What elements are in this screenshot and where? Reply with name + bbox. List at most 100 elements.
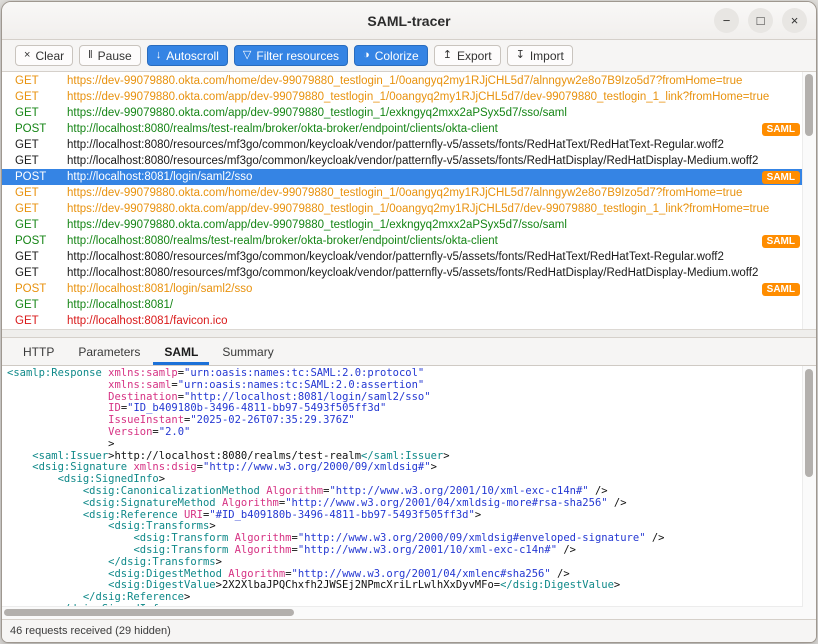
request-method: POST [15, 235, 67, 247]
request-row[interactable]: POSThttp://localhost:8080/realms/test-re… [2, 121, 803, 137]
pause-button[interactable]: ‖ Pause [79, 45, 141, 66]
request-url: http://localhost:8081/favicon.ico [67, 315, 227, 327]
filter-resources-button[interactable]: ▽ Filter resources [234, 45, 348, 66]
request-method: GET [15, 299, 67, 311]
request-method: GET [15, 267, 67, 279]
clear-icon: × [24, 50, 30, 61]
request-row[interactable]: GEThttp://localhost:8081/favicon.ico [2, 313, 803, 329]
request-url: https://dev-99079880.okta.com/app/dev-99… [67, 107, 567, 119]
request-row[interactable]: GEThttps://dev-99079880.okta.com/home/de… [2, 185, 803, 201]
request-list: GEThttps://dev-99079880.okta.com/home/de… [2, 72, 816, 329]
request-method: GET [15, 219, 67, 231]
request-row[interactable]: GEThttp://localhost:8080/resources/mf3go… [2, 153, 803, 169]
request-url: http://localhost:8080/realms/test-realm/… [67, 123, 498, 135]
button-label: Autoscroll [166, 49, 219, 63]
tab-http[interactable]: HTTP [12, 338, 65, 365]
export-button[interactable]: ↥ Export [434, 45, 501, 66]
saml-badge: SAML [762, 123, 800, 136]
autoscroll-button[interactable]: ↓ Autoscroll [147, 45, 228, 66]
request-url: https://dev-99079880.okta.com/app/dev-99… [67, 91, 769, 103]
pause-icon: ‖ [88, 50, 93, 61]
pane-splitter[interactable] [2, 329, 816, 338]
request-rows: GEThttps://dev-99079880.okta.com/home/de… [2, 73, 803, 329]
statusbar: 46 requests received (29 hidden) [2, 619, 816, 642]
request-row[interactable]: POSThttp://localhost:8080/realms/test-re… [2, 233, 803, 249]
request-method: GET [15, 75, 67, 87]
colorize-icon: ◑ [363, 50, 370, 61]
request-list-scrollbar[interactable] [802, 72, 816, 329]
request-url: http://localhost:8080/resources/mf3go/co… [67, 251, 724, 263]
request-method: GET [15, 251, 67, 263]
saml-badge: SAML [762, 283, 800, 296]
maximize-button[interactable]: □ [748, 8, 773, 33]
maximize-icon: □ [757, 14, 765, 27]
import-icon: ↧ [516, 50, 525, 61]
request-method: POST [15, 171, 67, 183]
request-row[interactable]: GEThttps://dev-99079880.okta.com/app/dev… [2, 201, 803, 217]
button-label: Pause [98, 49, 132, 63]
xml-line: Version="2.0" [7, 427, 802, 439]
saml-pane-vscrollbar[interactable] [802, 366, 816, 619]
request-url: http://localhost:8080/resources/mf3go/co… [67, 155, 758, 167]
request-row[interactable]: GEThttp://localhost:8080/resources/mf3go… [2, 137, 803, 153]
scrollbar-thumb[interactable] [4, 609, 294, 616]
window-title: SAML-tracer [367, 13, 450, 29]
export-icon: ↥ [443, 50, 452, 61]
autoscroll-icon: ↓ [156, 50, 162, 61]
status-text: 46 requests received (29 hidden) [10, 625, 171, 637]
button-label: Colorize [375, 49, 419, 63]
clear-button[interactable]: × Clear [15, 45, 73, 66]
request-method: GET [15, 139, 67, 151]
titlebar: SAML-tracer − □ × [2, 2, 816, 40]
minimize-icon: − [723, 14, 731, 27]
scrollbar-thumb[interactable] [805, 369, 813, 477]
saml-badge: SAML [762, 171, 800, 184]
request-row[interactable]: GEThttps://dev-99079880.okta.com/home/de… [2, 73, 803, 89]
request-url: https://dev-99079880.okta.com/app/dev-99… [67, 203, 769, 215]
request-url: http://localhost:8080/resources/mf3go/co… [67, 139, 724, 151]
request-row[interactable]: GEThttps://dev-99079880.okta.com/app/dev… [2, 217, 803, 233]
button-label: Export [457, 49, 492, 63]
request-url: https://dev-99079880.okta.com/app/dev-99… [67, 219, 567, 231]
button-label: Filter resources [256, 49, 339, 63]
request-method: GET [15, 107, 67, 119]
minimize-button[interactable]: − [714, 8, 739, 33]
request-method: GET [15, 155, 67, 167]
request-url: https://dev-99079880.okta.com/home/dev-9… [67, 187, 742, 199]
request-url: http://localhost:8080/realms/test-realm/… [67, 235, 498, 247]
request-url: http://localhost:8081/ [67, 299, 173, 311]
request-method: GET [15, 187, 67, 199]
saml-pane-hscrollbar[interactable] [2, 606, 803, 619]
window-controls: − □ × [714, 8, 807, 33]
request-method: POST [15, 283, 67, 295]
close-button[interactable]: × [782, 8, 807, 33]
request-method: GET [15, 315, 67, 327]
button-label: Clear [35, 49, 64, 63]
saml-tracer-window: SAML-tracer − □ × × Clear ‖ Pause ↓ Autoscrol… [1, 1, 817, 643]
request-url: http://localhost:8081/login/saml2/sso [67, 171, 252, 183]
button-label: Import [530, 49, 564, 63]
xml-content: <samlp:Response xmlns:samlp="urn:oasis:n… [7, 368, 802, 607]
tab-parameters[interactable]: Parameters [67, 338, 151, 365]
scrollbar-thumb[interactable] [805, 74, 813, 136]
request-row[interactable]: POSThttp://localhost:8081/login/saml2/ss… [2, 281, 803, 297]
import-button[interactable]: ↧ Import [507, 45, 573, 66]
request-row[interactable]: GEThttp://localhost:8081/ [2, 297, 803, 313]
saml-detail-pane: <samlp:Response xmlns:samlp="urn:oasis:n… [2, 366, 816, 619]
request-row[interactable]: GEThttps://dev-99079880.okta.com/app/dev… [2, 105, 803, 121]
request-url: https://dev-99079880.okta.com/home/dev-9… [67, 75, 742, 87]
request-row[interactable]: GEThttp://localhost:8080/resources/mf3go… [2, 249, 803, 265]
request-row[interactable]: GEThttp://localhost:8080/resources/mf3go… [2, 265, 803, 281]
filter-icon: ▽ [243, 50, 251, 61]
request-url: http://localhost:8081/login/saml2/sso [67, 283, 252, 295]
request-method: POST [15, 123, 67, 135]
tab-summary[interactable]: Summary [211, 338, 284, 365]
request-row[interactable]: POSThttp://localhost:8081/login/saml2/ss… [2, 169, 803, 185]
colorize-button[interactable]: ◑ Colorize [354, 45, 428, 66]
tab-saml[interactable]: SAML [153, 338, 209, 365]
request-row[interactable]: GEThttps://dev-99079880.okta.com/app/dev… [2, 89, 803, 105]
saml-badge: SAML [762, 235, 800, 248]
detail-tabs: HTTPParametersSAMLSummary [2, 338, 816, 366]
request-url: http://localhost:8080/resources/mf3go/co… [67, 267, 758, 279]
request-method: GET [15, 203, 67, 215]
